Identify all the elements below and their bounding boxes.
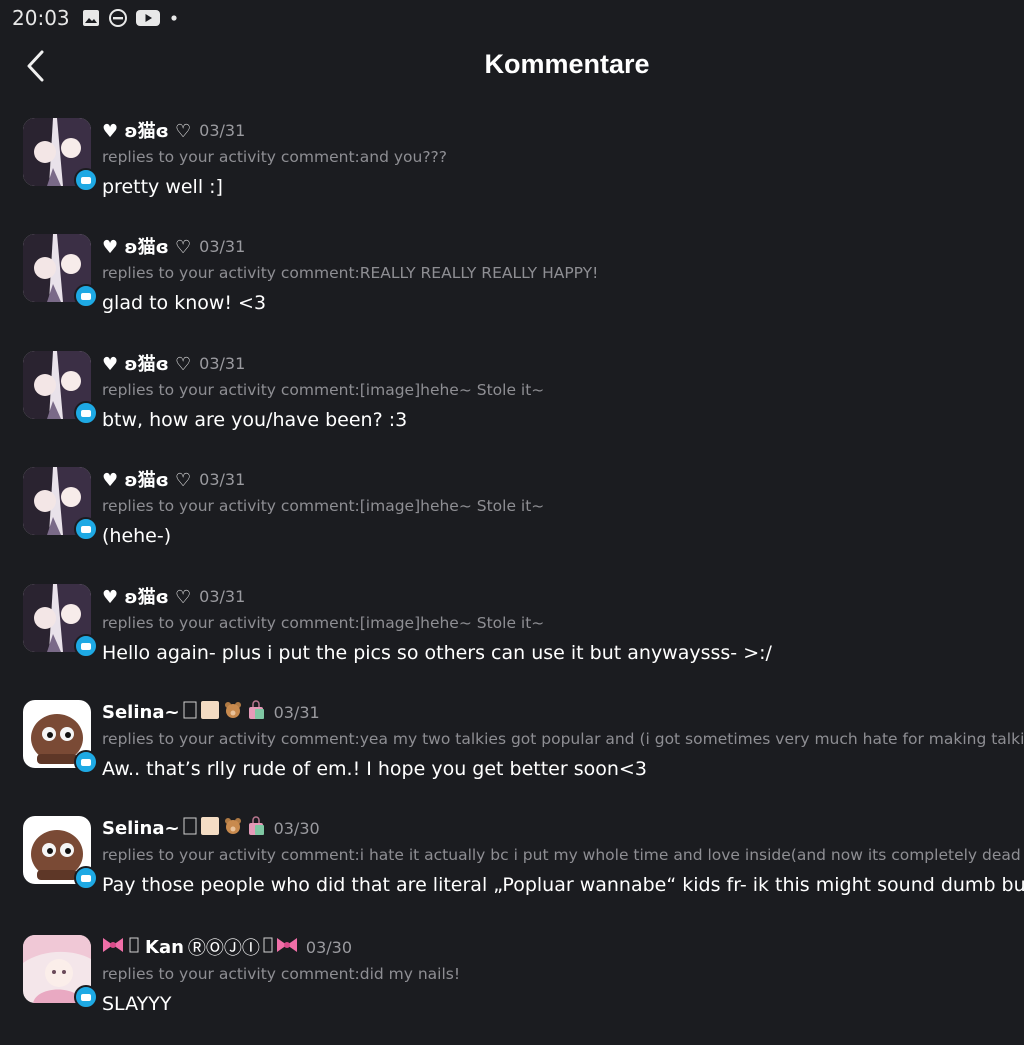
username[interactable]: ♥ ʚ猫ɞ ♡ [102,466,191,492]
reply-context: replies to your activity comment:i hate … [102,846,1024,864]
comment-item[interactable]: ♥ ʚ猫ɞ ♡ 03/31 replies to your activity c… [0,118,1024,228]
username[interactable]: Selina~ [102,702,180,723]
username[interactable]: Selina~ [102,818,180,839]
comment-text: (hehe-) [102,525,172,547]
tag-icon [183,817,197,839]
reply-context: replies to your activity comment:[image]… [102,497,545,515]
pink-bow-icon [102,936,124,958]
teddy-bear-icon [223,700,243,724]
reply-context: replies to your activity comment:[image]… [102,614,545,632]
chat-badge-icon [74,985,98,1009]
comment-item[interactable]: ♥ ʚ猫ɞ ♡ 03/31 replies to your activity c… [0,467,1024,577]
comment-item[interactable]: Kan ⓇⓄⒿⒾ 03/30 replies to your activity … [0,935,1024,1045]
comment-date: 03/31 [273,702,320,722]
chat-badge-icon [74,517,98,541]
do-not-disturb-icon [108,8,128,28]
comment-header: ♥ ʚ猫ɞ ♡ 03/31 [102,232,245,260]
youtube-icon [135,9,160,27]
reply-context: replies to your activity comment:REALLY … [102,264,599,282]
username-suffix: ⓇⓄⒿⒾ [187,938,260,959]
username[interactable]: ♥ ʚ猫ɞ ♡ [102,350,191,376]
shopping-bag-icon [246,816,266,840]
username[interactable]: Kan [145,937,184,958]
comment-text: Aw.. that’s rlly rude of em.! I hope you… [102,758,647,780]
chat-badge-icon [74,750,98,774]
username[interactable]: ♥ ʚ猫ɞ ♡ [102,117,191,143]
comment-date: 03/31 [199,120,246,140]
chat-badge-icon [74,401,98,425]
pink-bow-icon [276,936,298,958]
reply-context: replies to your activity comment:did my … [102,965,461,983]
comment-item[interactable]: ♥ ʚ猫ɞ ♡ 03/31 replies to your activity c… [0,584,1024,694]
comment-item[interactable]: ♥ ʚ猫ɞ ♡ 03/31 replies to your activity c… [0,351,1024,461]
chat-badge-icon [74,866,98,890]
comment-text: Pay those people who did that are litera… [102,874,1024,896]
comment-header: ♥ ʚ猫ɞ ♡ 03/31 [102,582,245,610]
comment-header: Selina~ 03/30 [102,814,320,842]
username[interactable]: ♥ ʚ猫ɞ ♡ [102,233,191,259]
tag-icon [183,701,197,723]
comment-date: 03/30 [273,818,320,838]
comment-header: ♥ ʚ猫ɞ ♡ 03/31 [102,116,245,144]
dot-icon [168,12,180,24]
skin-square-icon [200,816,220,840]
reply-context: replies to your activity comment:[image]… [102,381,545,399]
teddy-bear-icon [223,816,243,840]
chat-badge-icon [74,284,98,308]
comment-item[interactable]: Selina~ 03/30 replies to your activity c… [0,816,1024,926]
comment-date: 03/31 [199,586,246,606]
reply-context: replies to your activity comment:and you… [102,148,447,166]
comment-header: Kan ⓇⓄⒿⒾ 03/30 [102,933,352,961]
tag-icon [263,937,273,957]
image-icon [82,9,100,27]
tag-icon [129,937,139,957]
comment-header: Selina~ 03/31 [102,698,320,726]
status-bar: 20:03 [0,0,1024,36]
chat-badge-icon [74,634,98,658]
page-title: Kommentare [484,49,650,79]
status-time: 20:03 [12,6,70,30]
comment-date: 03/31 [199,353,246,373]
chat-badge-icon [74,168,98,192]
comment-text: SLAYYY [102,993,172,1015]
comment-date: 03/31 [199,469,246,489]
header: Kommentare [0,36,1024,98]
comment-header: ♥ ʚ猫ɞ ♡ 03/31 [102,349,245,377]
comment-text: btw, how are you/have been? :3 [102,409,408,431]
comment-header: ♥ ʚ猫ɞ ♡ 03/31 [102,465,245,493]
shopping-bag-icon [246,700,266,724]
comment-date: 03/31 [199,236,246,256]
comment-date: 03/30 [305,937,353,957]
comment-item[interactable]: Selina~ 03/31 replies to your activity c… [0,700,1024,810]
comment-text: Hello again- plus i put the pics so othe… [102,642,772,664]
comment-text: pretty well :] [102,176,223,198]
reply-context: replies to your activity comment:yea my … [102,730,1024,748]
comment-item[interactable]: ♥ ʚ猫ɞ ♡ 03/31 replies to your activity c… [0,234,1024,344]
skin-square-icon [200,700,220,724]
comment-text: glad to know! <3 [102,292,267,314]
username[interactable]: ♥ ʚ猫ɞ ♡ [102,583,191,609]
